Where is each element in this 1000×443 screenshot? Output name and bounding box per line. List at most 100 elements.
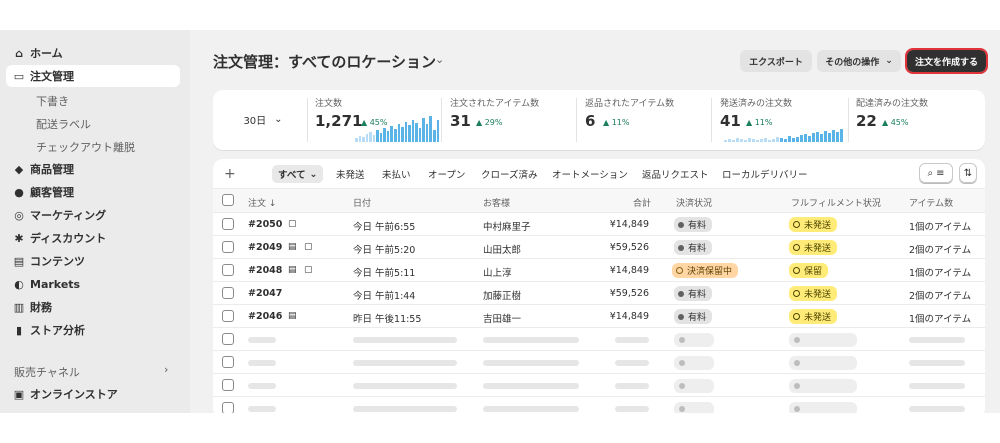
chevron-right-icon[interactable]: › [164,363,168,376]
spark-bar [383,128,386,142]
table-row[interactable]: #2047 今日 午前1:44 加藤正樹 ¥59,526 有料 未発送 2個のア… [213,282,985,305]
sidebar-item-discounts[interactable]: ✱ ディスカウント [6,227,180,249]
fulfillment-status-badge: 未発送 [789,217,838,232]
sidebar-subitem-shipping-labels[interactable]: 配送ラベル [36,116,91,132]
tab-closed[interactable]: クローズ済み [475,165,544,183]
spark-bar [840,129,843,142]
chevron-down-icon[interactable]: ⌄ [435,53,444,66]
sidebar-item-markets[interactable]: ◐ Markets [6,273,180,295]
tab-automation[interactable]: オートメーション [546,165,634,183]
select-all-checkbox[interactable] [222,194,234,206]
row-checkbox[interactable] [222,379,234,391]
column-header-order[interactable]: 注文 ↓ [248,196,276,209]
tab-local-delivery[interactable]: ローカルデリバリー [716,165,814,183]
sidebar-item-home[interactable]: ⌂ ホーム [6,42,180,64]
spark-bar [418,128,422,142]
fulfillment-status-badge: 未発送 [789,309,838,324]
search-filter-button[interactable]: ⌕ ≡ [919,163,953,183]
skeleton-bar [909,337,965,343]
table-row[interactable]: #2049 ▤ ▢ 今日 午前5:20 山田太郎 ¥59,526 有料 未発送 … [213,236,985,259]
add-view-icon[interactable]: + [224,166,236,182]
spark-bar [740,139,743,142]
row-checkbox[interactable] [222,264,234,276]
sort-down-icon: ↓ [268,199,277,209]
payment-status-badge: 有料 [674,217,713,232]
table-row[interactable]: #2046 ▤ 昨日 午後11:55 吉田雄一 ¥14,849 有料 未発送 1… [213,305,985,328]
divider [441,98,442,142]
export-button[interactable]: エクスポート [740,50,812,72]
note-icon: ▤ [288,242,297,252]
spark-bar [760,139,763,142]
row-checkbox[interactable] [222,287,234,299]
sidebar-item-customers[interactable]: ● 顧客管理 [6,181,180,203]
sidebar-item-analytics[interactable]: ▮ ストア分析 [6,319,180,341]
sparkline [355,116,440,142]
row-checkbox[interactable] [222,218,234,230]
skeleton-bar [909,383,965,389]
skeleton-row [213,328,985,351]
sidebar-item-marketing[interactable]: ◎ マーケティング [6,204,180,226]
spark-bar [788,136,791,142]
stat-orders[interactable]: 注文数 1,271 ▲ 45% [315,96,441,144]
row-checkbox[interactable] [222,241,234,253]
spark-bar [404,122,408,142]
spark-bar [808,136,811,142]
skeleton-bar [353,383,457,389]
sidebar-item-products[interactable]: ◆ 商品管理 [6,158,180,180]
table-row[interactable]: #2050 ▢ 今日 午前6:55 中村麻里子 ¥14,849 有料 未発送 1… [213,213,985,236]
row-checkbox[interactable] [222,402,234,413]
skeleton-bar [353,406,457,412]
stat-items-returned[interactable]: 返品されたアイテム数 6 ▲ 11% [585,96,711,144]
main-content: 注文管理：すべてのロケーション ⌄ エクスポート その他の操作 ⌄ 注文を作成する… [190,30,1000,413]
tab-return-requests[interactable]: 返品リクエスト [636,165,715,183]
column-header-payment: 決済状況 [676,199,713,209]
tab-all[interactable]: すべて ⌄ [272,165,324,183]
bank-icon: ▥ [13,300,25,314]
sidebar-subitem-abandoned-checkouts[interactable]: チェックアウト離脱 [36,139,135,155]
skeleton-bar [248,360,276,366]
row-checkbox[interactable] [222,333,234,345]
create-order-button[interactable]: 注文を作成する [905,48,988,74]
discount-icon: ✱ [14,231,24,245]
sidebar-item-content[interactable]: ▤ コンテンツ [6,250,180,272]
spark-bar [832,130,835,142]
sidebar-item-finance[interactable]: ▥ 財務 [6,296,180,318]
sidebar-item-orders[interactable]: ▭ 注文管理 [6,65,180,87]
row-checkbox[interactable] [222,356,234,368]
stat-items-ordered[interactable]: 注文されたアイテム数 31 ▲ 29% [450,96,576,144]
more-actions-button[interactable]: その他の操作 ⌄ [817,50,901,72]
tab-unpaid[interactable]: 未払い [376,165,417,183]
sidebar-subitem-drafts[interactable]: 下書き [36,93,69,109]
skeleton-badge [674,333,714,347]
store-icon: ▣ [13,387,25,401]
row-checkbox[interactable] [222,310,234,322]
tab-open[interactable]: オープン [422,165,471,183]
arrow-up-icon: ▲ [476,118,483,127]
sales-channels-label: 販売チャネル [14,366,80,379]
fulfillment-status-badge: 未発送 [789,286,838,301]
skeleton-bar [615,383,649,389]
stat-shipped[interactable]: 発送済みの注文数 41 ▲ 11% [720,96,848,144]
skeleton-badge [789,379,857,393]
spark-bar [824,131,827,142]
payment-status-badge: 有料 [674,286,713,301]
fulfillment-status-badge: 未発送 [789,240,838,255]
stat-delivered[interactable]: 配達済みの注文数 22 ▲ 45% [856,96,982,144]
column-header-total: 合計 [633,199,652,209]
skeleton-bar [353,360,457,366]
period-selector[interactable]: 30日 ⌄ [228,107,298,131]
skeleton-bar [483,360,579,366]
table-row[interactable]: #2048 ▤ ▢ 今日 午前5:11 山上淳 ¥14,849 決済保留中 保留… [213,259,985,282]
sort-button[interactable]: ⇅ [959,163,977,183]
chevron-down-icon: ⌄ [885,56,893,66]
skeleton-bar [483,406,579,412]
chevron-down-icon: ⌄ [309,168,318,180]
tab-unfulfilled[interactable]: 未発送 [330,165,371,183]
spark-bar [372,135,376,142]
payment-status-badge: 決済保留中 [672,263,739,278]
stats-bar: 30日 ⌄ 注文数 1,271 ▲ 45% 注文されたアイテム数 31 ▲ 29%… [213,90,985,150]
sidebar-item-online-store[interactable]: ▣ オンラインストア [6,383,180,405]
skeleton-row [213,397,985,413]
column-header-fulfillment: フルフィルメント状況 [791,199,881,209]
spark-bar [828,133,831,142]
